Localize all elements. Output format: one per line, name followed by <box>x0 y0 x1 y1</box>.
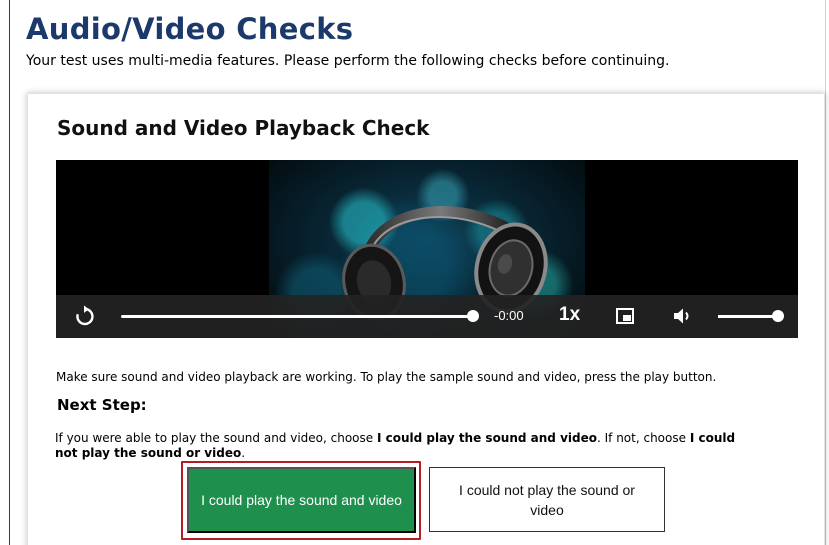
video-controls-bar: -0:00 1x <box>56 295 798 338</box>
video-player[interactable]: -0:00 1x <box>56 160 798 338</box>
volume-handle[interactable] <box>772 310 784 322</box>
could-play-button[interactable]: I could play the sound and video <box>187 467 416 533</box>
page-left-border <box>9 0 10 545</box>
page-right-border <box>825 0 826 545</box>
could-not-play-button[interactable]: I could not play the sound or video <box>429 467 665 532</box>
next-step-heading: Next Step: <box>57 396 147 414</box>
choose-option-yes: I could play the sound and video <box>376 431 597 445</box>
choose-text-3: . <box>241 446 246 460</box>
page-title: Audio/Video Checks <box>26 12 354 46</box>
choose-text-2: . If not, choose <box>596 431 690 445</box>
choose-text-1: If you were able to play the sound and v… <box>55 431 377 445</box>
volume-icon[interactable] <box>673 307 693 325</box>
time-remaining: -0:00 <box>494 308 524 323</box>
progress-handle[interactable] <box>467 310 479 322</box>
volume-slider[interactable] <box>718 315 778 318</box>
progress-bar[interactable] <box>121 315 473 318</box>
playback-rate-button[interactable]: 1x <box>559 304 580 326</box>
playback-instructions: Make sure sound and video playback are w… <box>56 370 717 384</box>
choose-option-no-end: not play the sound or video <box>55 446 242 460</box>
choose-instructions-line-1: If you were able to play the sound and v… <box>55 431 800 445</box>
replay-icon[interactable] <box>74 305 96 327</box>
picture-in-picture-icon[interactable] <box>616 308 634 324</box>
choose-option-no-start: I could <box>689 431 736 445</box>
page-subtitle: Your test uses multi-media features. Ple… <box>26 53 670 69</box>
card-title: Sound and Video Playback Check <box>57 116 430 140</box>
choose-instructions-line-2: not play the sound or video. <box>55 446 800 460</box>
